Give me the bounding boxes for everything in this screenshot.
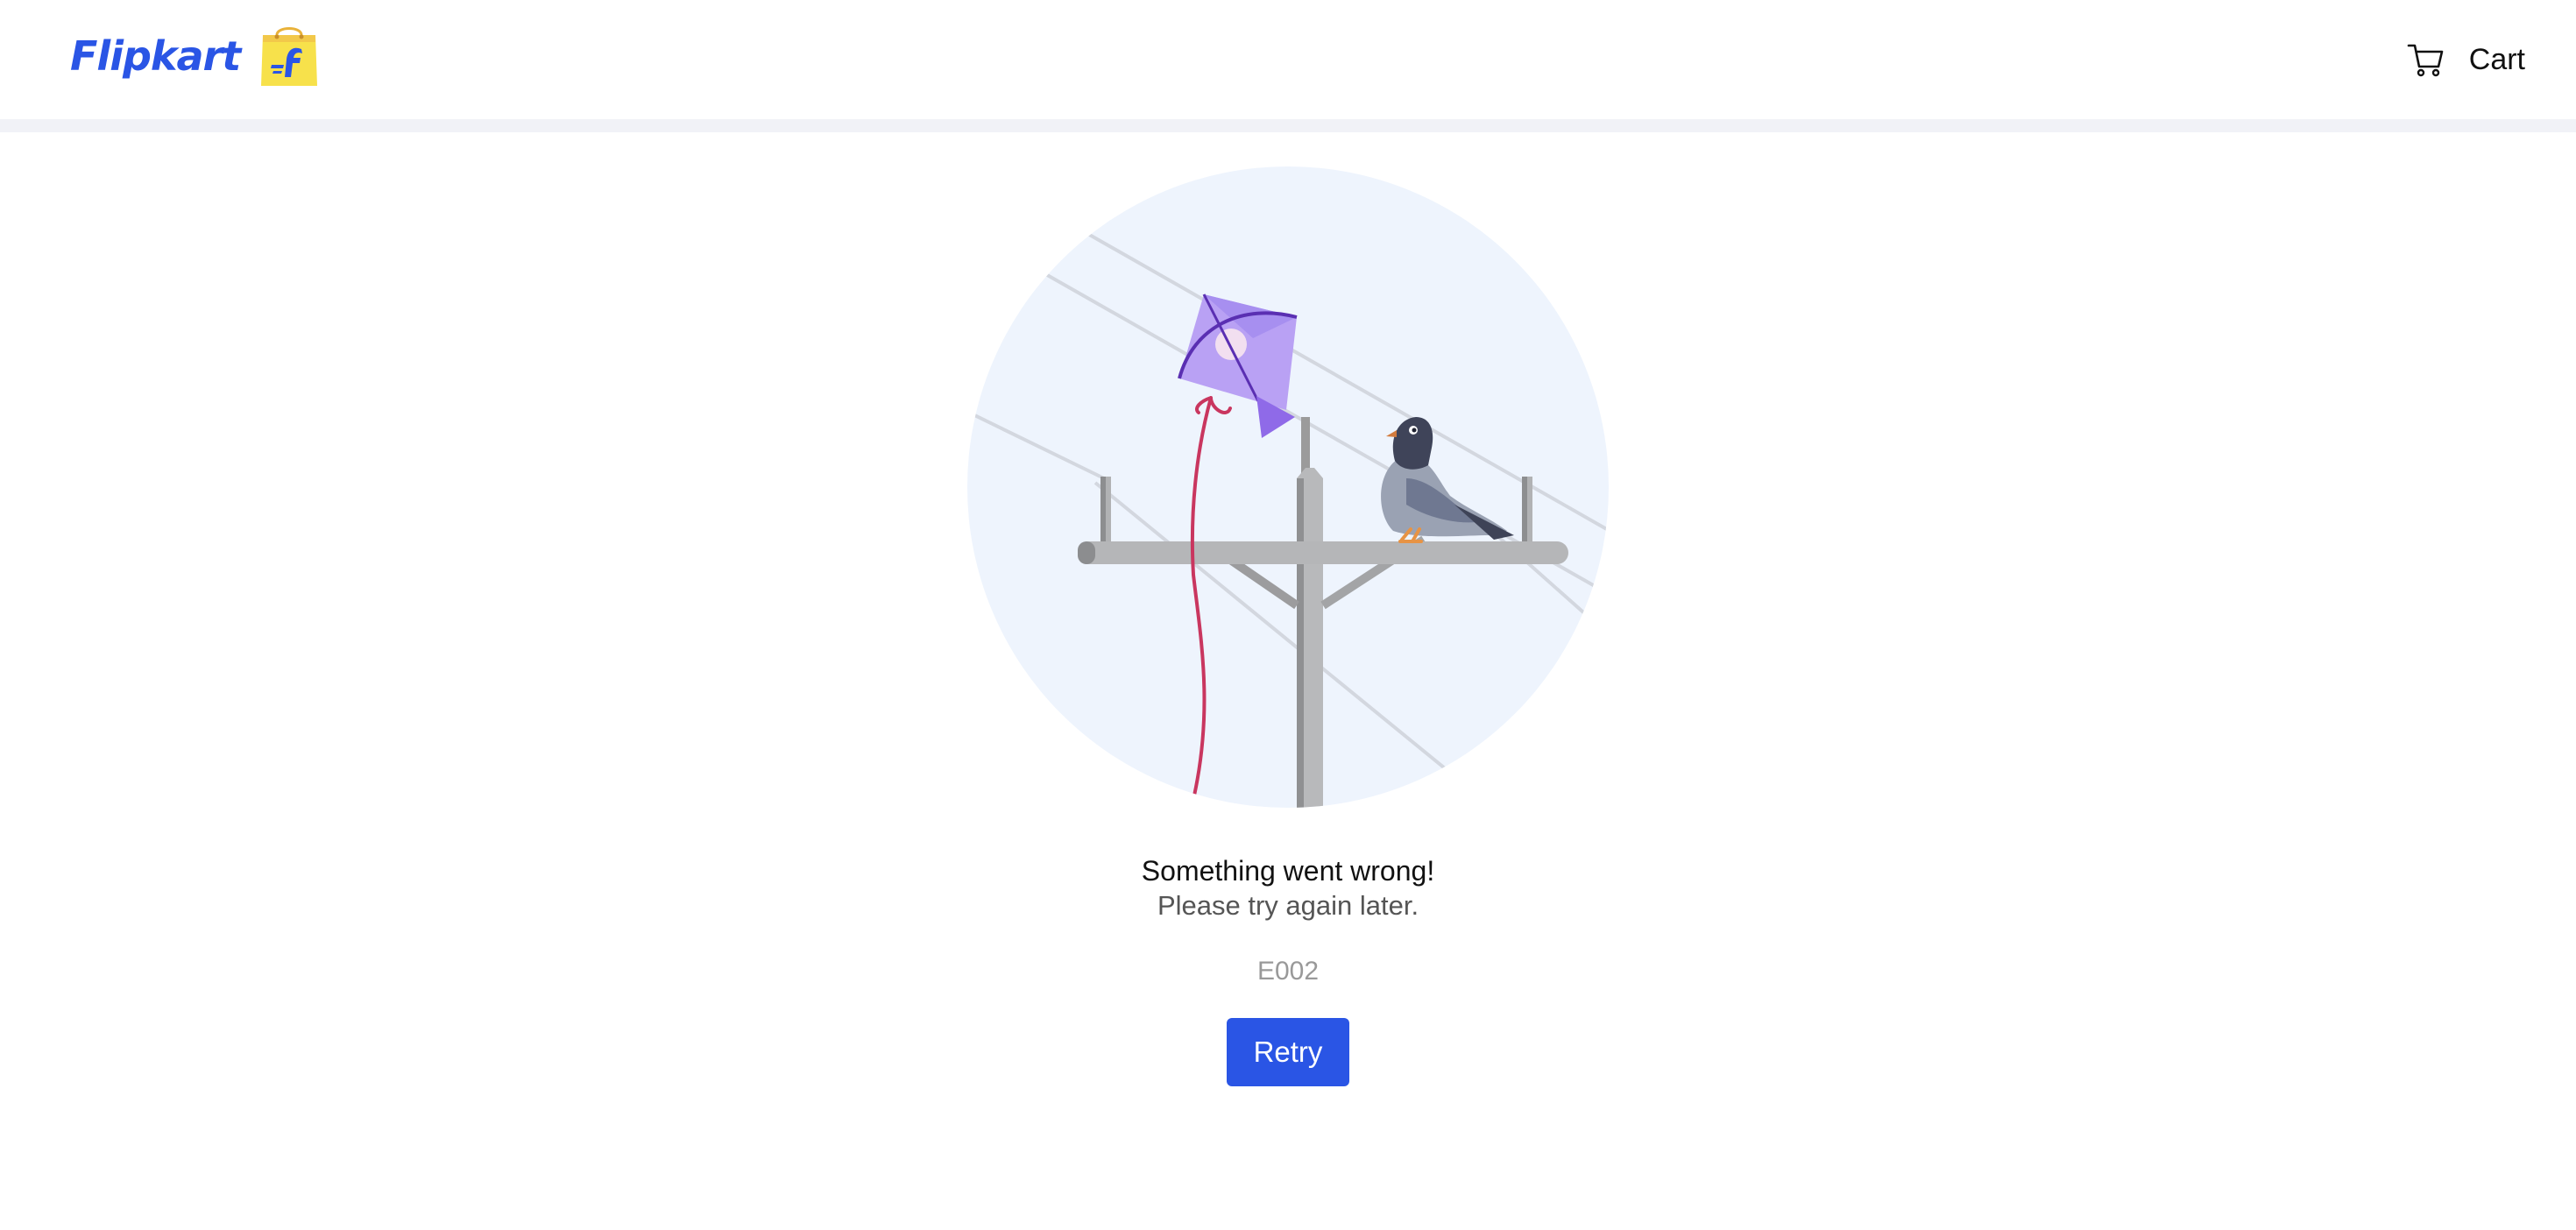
error-subtitle: Please try again later. (1157, 890, 1419, 921)
logo-text: Flipkart (70, 32, 241, 80)
error-code: E002 (1256, 957, 1320, 986)
shopping-bag-logo-icon (261, 27, 318, 86)
cart-link[interactable]: Cart (2406, 33, 2525, 86)
flipkart-logo[interactable]: Flipkart (70, 23, 321, 89)
header-divider (0, 119, 2576, 132)
cart-icon (2407, 44, 2444, 77)
top-header: Flipkart Cart (0, 0, 2576, 119)
error-illustration (964, 163, 1612, 811)
kite-on-pole-illustration (967, 166, 1609, 808)
error-title: Something went wrong! (1141, 855, 1435, 887)
retry-button[interactable]: Retry (1227, 1018, 1349, 1086)
cart-label: Cart (2468, 42, 2525, 76)
